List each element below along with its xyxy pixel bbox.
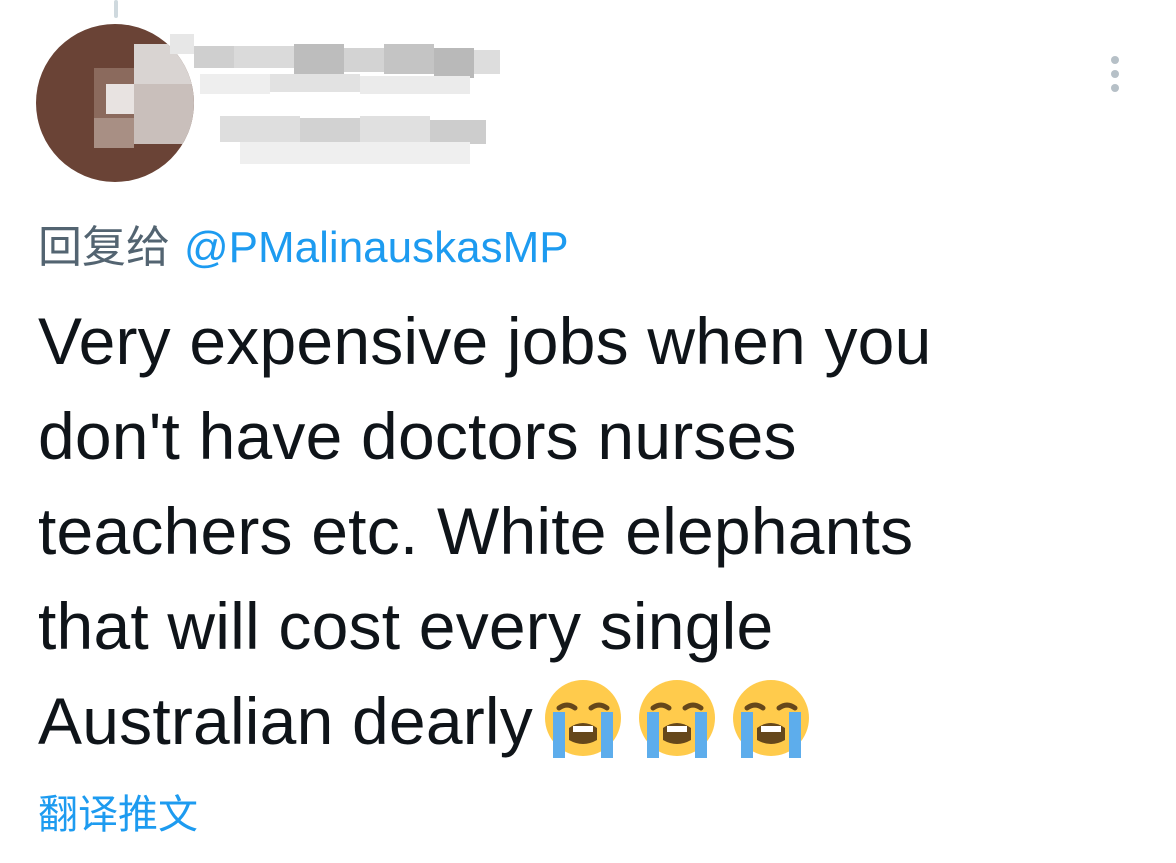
menu-dot — [1111, 84, 1119, 92]
tweet-text-line-last: Australian dearly — [38, 674, 1138, 769]
author-name-pixelated[interactable] — [170, 34, 530, 174]
menu-dot — [1111, 70, 1119, 78]
loudly-crying-face-icon — [731, 678, 811, 758]
loudly-crying-face-icon — [637, 678, 717, 758]
reply-prefix: 回复给 — [38, 223, 170, 272]
tweet-text-line: teachers etc. White elephants — [38, 494, 914, 568]
tweet-text-line: that will cost every single — [38, 589, 774, 663]
emoji-row — [543, 678, 811, 758]
reply-context: 回复给 @PMalinauskasMP — [38, 222, 569, 274]
tweet-text-line: don't have doctors nurses — [38, 399, 797, 473]
tweet-text: Very expensive jobs when you don't have … — [38, 294, 1138, 769]
thread-connector-line — [114, 0, 118, 18]
more-vertical-icon[interactable] — [1098, 48, 1132, 100]
reply-mention-link[interactable]: @PMalinauskasMP — [184, 223, 569, 272]
tweet-text-line: Australian dearly — [38, 684, 533, 758]
menu-dot — [1111, 56, 1119, 64]
translate-tweet-link[interactable]: 翻译推文 — [38, 790, 198, 840]
loudly-crying-face-icon — [543, 678, 623, 758]
tweet-text-line: Very expensive jobs when you — [38, 304, 932, 378]
